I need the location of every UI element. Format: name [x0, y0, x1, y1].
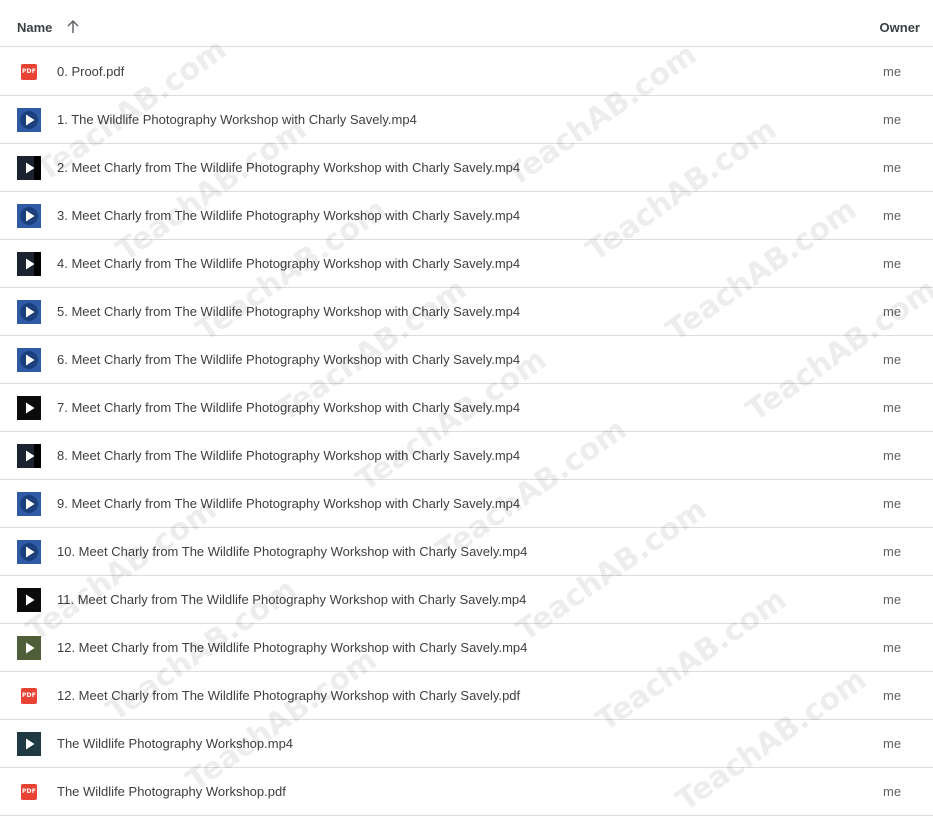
- file-owner: me: [883, 64, 902, 79]
- file-name[interactable]: 5. Meet Charly from The Wildlife Photogr…: [57, 304, 520, 319]
- file-row[interactable]: 2. Meet Charly from The Wildlife Photogr…: [0, 144, 933, 192]
- video-file-icon: [17, 348, 41, 372]
- video-file-icon: [17, 396, 41, 420]
- file-owner: me: [883, 256, 902, 271]
- file-owner: me: [883, 688, 902, 703]
- video-file-icon: [17, 108, 41, 132]
- file-owner: me: [883, 400, 902, 415]
- file-row[interactable]: PDF 12. Meet Charly from The Wildlife Pho…: [0, 672, 933, 720]
- file-rows: PDF 0. Proof.pdf me 1. The Wildlife Photogr…: [0, 48, 933, 816]
- video-file-icon: [17, 444, 41, 468]
- video-file-icon: [17, 732, 41, 756]
- file-row[interactable]: 8. Meet Charly from The Wildlife Photogr…: [0, 432, 933, 480]
- file-name[interactable]: 9. Meet Charly from The Wildlife Photogr…: [57, 496, 520, 511]
- file-owner: me: [883, 208, 902, 223]
- pdf-file-icon: PDF: [21, 64, 37, 80]
- file-owner: me: [883, 160, 902, 175]
- file-name[interactable]: 2. Meet Charly from The Wildlife Photogr…: [57, 160, 520, 175]
- file-row[interactable]: 6. Meet Charly from The Wildlife Photogr…: [0, 336, 933, 384]
- file-owner: me: [883, 640, 902, 655]
- file-row[interactable]: 12. Meet Charly from The Wildlife Photog…: [0, 624, 933, 672]
- video-file-icon: [17, 636, 41, 660]
- file-owner: me: [883, 304, 902, 319]
- file-owner: me: [883, 544, 902, 559]
- file-row[interactable]: 4. Meet Charly from The Wildlife Photogr…: [0, 240, 933, 288]
- file-row[interactable]: PDF The Wildlife Photography Workshop.pdf…: [0, 768, 933, 816]
- video-file-icon: [17, 156, 41, 180]
- video-file-icon: [17, 252, 41, 276]
- file-row[interactable]: 7. Meet Charly from The Wildlife Photogr…: [0, 384, 933, 432]
- file-name[interactable]: 4. Meet Charly from The Wildlife Photogr…: [57, 256, 520, 271]
- owner-column-header: Owner: [879, 20, 920, 35]
- file-row[interactable]: 5. Meet Charly from The Wildlife Photogr…: [0, 288, 933, 336]
- file-owner: me: [883, 112, 902, 127]
- file-owner: me: [883, 592, 902, 607]
- file-owner: me: [883, 448, 902, 463]
- file-owner: me: [883, 784, 902, 799]
- pdf-file-icon: PDF: [21, 784, 37, 800]
- file-owner: me: [883, 736, 902, 751]
- file-row[interactable]: The Wildlife Photography Workshop.mp4 me: [0, 720, 933, 768]
- file-row[interactable]: 1. The Wildlife Photography Workshop wit…: [0, 96, 933, 144]
- file-row[interactable]: 11. Meet Charly from The Wildlife Photog…: [0, 576, 933, 624]
- file-owner: me: [883, 496, 902, 511]
- video-file-icon: [17, 540, 41, 564]
- file-name[interactable]: 12. Meet Charly from The Wildlife Photog…: [57, 688, 520, 703]
- pdf-file-icon: PDF: [21, 688, 37, 704]
- file-name[interactable]: 7. Meet Charly from The Wildlife Photogr…: [57, 400, 520, 415]
- file-name[interactable]: 6. Meet Charly from The Wildlife Photogr…: [57, 352, 520, 367]
- file-row[interactable]: 3. Meet Charly from The Wildlife Photogr…: [0, 192, 933, 240]
- list-header: Name Owner: [0, 0, 933, 47]
- file-name[interactable]: The Wildlife Photography Workshop.mp4: [57, 736, 293, 751]
- file-name[interactable]: 11. Meet Charly from The Wildlife Photog…: [57, 592, 526, 607]
- file-name[interactable]: 10. Meet Charly from The Wildlife Photog…: [57, 544, 527, 559]
- file-list: Name Owner PDF 0. Proof.pdf me 1. The Wildl…: [0, 0, 933, 816]
- video-file-icon: [17, 588, 41, 612]
- file-owner: me: [883, 352, 902, 367]
- video-file-icon: [17, 204, 41, 228]
- file-name[interactable]: The Wildlife Photography Workshop.pdf: [57, 784, 286, 799]
- arrow-up-icon[interactable]: [66, 19, 80, 35]
- video-file-icon: [17, 300, 41, 324]
- file-row[interactable]: 9. Meet Charly from The Wildlife Photogr…: [0, 480, 933, 528]
- file-name[interactable]: 1. The Wildlife Photography Workshop wit…: [57, 112, 417, 127]
- name-column-header[interactable]: Name: [17, 20, 52, 35]
- file-name[interactable]: 12. Meet Charly from The Wildlife Photog…: [57, 640, 527, 655]
- file-name[interactable]: 8. Meet Charly from The Wildlife Photogr…: [57, 448, 520, 463]
- video-file-icon: [17, 492, 41, 516]
- file-row[interactable]: 10. Meet Charly from The Wildlife Photog…: [0, 528, 933, 576]
- file-name[interactable]: 0. Proof.pdf: [57, 64, 124, 79]
- file-name[interactable]: 3. Meet Charly from The Wildlife Photogr…: [57, 208, 520, 223]
- file-row[interactable]: PDF 0. Proof.pdf me: [0, 48, 933, 96]
